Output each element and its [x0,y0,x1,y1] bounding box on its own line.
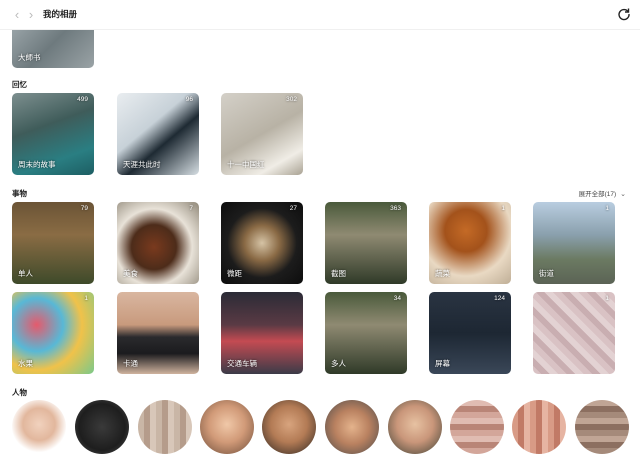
tile-label: 卡通 [123,359,138,368]
tile-label: 周末的故事 [18,160,56,169]
person-avatar[interactable] [200,400,254,454]
tile-count: 1 [501,205,505,212]
tile-count: 124 [494,295,505,302]
forward-icon[interactable]: › [24,7,38,23]
thing-tile[interactable]: 1 [533,292,615,374]
tile-label: 街道 [539,269,554,278]
page-title: 我的相册 [43,9,78,19]
tile-label: 微距 [227,269,242,278]
top-bar: ‹ › 我的相册 [0,0,640,30]
memory-tile[interactable]: 302 十一中国红 [221,93,303,175]
thing-tile[interactable]: 卡通 [117,292,199,374]
tile-count: 7 [189,205,193,212]
section-title-memories: 回忆 [12,80,27,89]
thing-tile[interactable]: 1 街道 [533,202,615,284]
tile-count: 1 [84,295,88,302]
thing-tile[interactable]: 1 蔬菜 [429,202,511,284]
tile-count: 1 [605,295,609,302]
thing-tile[interactable]: 27 微距 [221,202,303,284]
refresh-icon[interactable] [617,7,631,21]
section-title-people: 人物 [12,388,27,397]
thing-tile[interactable]: 34 多人 [325,292,407,374]
thing-tile[interactable]: 79 单人 [12,202,94,284]
thing-tile[interactable]: 交通车辆 [221,292,303,374]
tile-label: 截图 [331,269,346,278]
tile-label: 屏幕 [435,359,450,368]
person-avatar[interactable] [575,400,629,454]
tile-label: 天涯共此时 [123,160,161,169]
tile-label: 单人 [18,269,33,278]
person-avatar[interactable] [512,400,566,454]
person-avatar[interactable] [450,400,504,454]
expand-all-button[interactable]: 展开全部(17) ⌄ [579,188,626,198]
thing-tile[interactable]: 1 水果 [12,292,94,374]
person-avatar[interactable] [262,400,316,454]
memory-tile[interactable]: 499 周末的故事 [12,93,94,175]
section-title-things: 事物 [12,189,27,198]
person-avatar[interactable] [12,400,66,454]
tile-label: 水果 [18,359,33,368]
tile-count: 363 [390,205,401,212]
thing-tile[interactable]: 363 截图 [325,202,407,284]
tile-label: 美食 [123,269,138,278]
tile-count: 27 [289,205,297,212]
album-tile-top[interactable]: 大師书 [12,30,94,68]
tile-label: 大師书 [18,53,41,62]
tile-count: 499 [77,96,88,103]
person-avatar[interactable] [75,400,129,454]
tile-count: 302 [286,96,297,103]
tile-count: 79 [80,205,88,212]
expand-all-label: 展开全部(17) [578,191,617,198]
tile-label: 蔬菜 [435,269,450,278]
tile-label: 多人 [331,359,346,368]
memory-tile[interactable]: 96 天涯共此时 [117,93,199,175]
thing-tile[interactable]: 124 屏幕 [429,292,511,374]
tile-count: 34 [393,295,401,302]
chevron-down-icon: ⌄ [620,191,626,198]
tile-label: 十一中国红 [227,160,265,169]
tile-label: 交通车辆 [227,359,257,368]
thing-tile[interactable]: 7 美食 [117,202,199,284]
person-avatar[interactable] [388,400,442,454]
person-avatar[interactable] [325,400,379,454]
tile-count: 1 [605,205,609,212]
person-avatar[interactable] [138,400,192,454]
album-content: 大師书 回忆 499 周末的故事 96 天涯共此时 302 十一中国红 事物 展… [0,30,640,463]
tile-count: 96 [185,96,193,103]
back-icon[interactable]: ‹ [10,7,24,23]
